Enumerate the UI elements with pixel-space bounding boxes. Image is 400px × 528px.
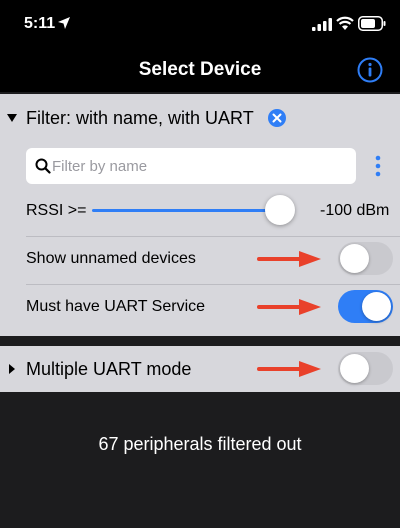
status-bar: 5:11	[0, 0, 400, 48]
divider	[26, 284, 400, 285]
clear-filter-button[interactable]	[268, 109, 286, 127]
filter-title: Filter: with name, with UART	[26, 108, 254, 128]
rssi-value: -100 dBm	[320, 202, 390, 219]
multiple-uart-section[interactable]: Multiple UART mode	[0, 346, 400, 392]
battery-icon	[358, 16, 386, 31]
more-options-icon[interactable]	[372, 154, 384, 178]
multiple-uart-toggle[interactable]	[338, 352, 393, 385]
page-title: Select Device	[138, 59, 262, 80]
chevron-down-icon	[7, 114, 17, 122]
cellular-signal-icon	[312, 18, 332, 31]
slider-track	[92, 209, 280, 212]
divider	[26, 236, 400, 237]
search-box	[26, 148, 356, 184]
toggle-knob	[362, 292, 391, 321]
search-input[interactable]	[52, 148, 348, 184]
wifi-icon	[336, 16, 354, 30]
toggle-knob	[340, 244, 369, 273]
info-button[interactable]	[357, 57, 383, 83]
annotation-arrow-icon	[257, 299, 321, 315]
rssi-slider[interactable]	[92, 194, 310, 226]
toggle-knob	[340, 354, 369, 383]
location-arrow-icon	[58, 17, 70, 29]
show-unnamed-label: Show unnamed devices	[26, 250, 196, 267]
status-time: 5:11	[24, 15, 56, 32]
must-have-uart-toggle[interactable]	[338, 290, 393, 323]
slider-thumb[interactable]	[264, 195, 295, 225]
must-have-uart-label: Must have UART Service	[26, 298, 206, 315]
chevron-right-icon	[9, 364, 15, 374]
multiple-uart-label: Multiple UART mode	[26, 359, 192, 379]
annotation-arrow-icon	[257, 361, 321, 377]
filter-header[interactable]: Filter: with name, with UART	[0, 94, 400, 140]
filter-section: Filter: with name, with UART RSSI >= -10…	[0, 94, 400, 336]
rssi-label: RSSI >=	[26, 202, 87, 219]
navigation-bar: Select Device	[0, 48, 400, 92]
filtered-out-count: 67 peripherals filtered out	[98, 434, 302, 454]
show-unnamed-toggle[interactable]	[338, 242, 393, 275]
search-icon	[35, 158, 51, 174]
annotation-arrow-icon	[257, 251, 321, 267]
